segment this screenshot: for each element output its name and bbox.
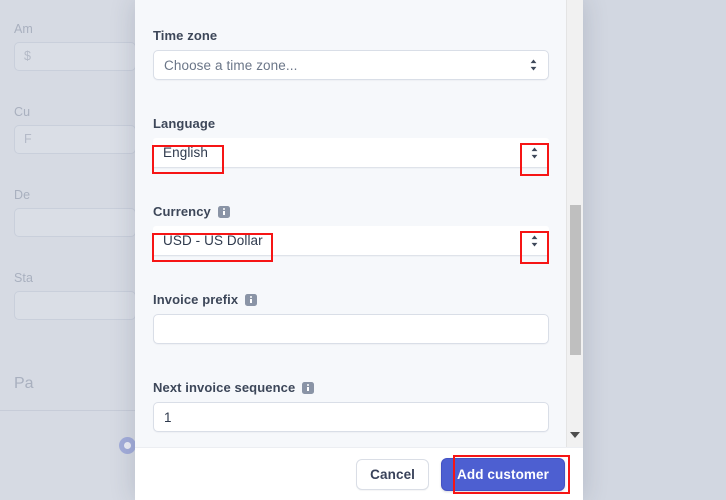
background-divider [0, 410, 136, 411]
cancel-button[interactable]: Cancel [356, 458, 430, 490]
info-icon[interactable] [302, 381, 315, 394]
language-select-value: English [163, 145, 208, 160]
time-zone-select[interactable]: Choose a time zone... [153, 50, 549, 80]
add-customer-dialog: Time zone Choose a time zone... Language… [135, 0, 583, 500]
invoice-prefix-input[interactable] [153, 314, 549, 344]
background-form-panel: Am $ Cu F De Sta Pa [0, 0, 136, 500]
field-currency: Currency USD - US Dollar [153, 204, 549, 256]
dialog-footer: Cancel Add customer [135, 447, 583, 500]
background-field-input-customer: F [14, 125, 136, 154]
background-section-heading-payment: Pa [14, 375, 34, 392]
label-language-text: Language [153, 116, 216, 131]
field-time-zone: Time zone Choose a time zone... [153, 28, 549, 80]
modal-scrollbar-thumb[interactable] [570, 205, 581, 355]
currency-select[interactable]: USD - US Dollar [153, 226, 549, 256]
add-customer-button[interactable]: Add customer [441, 457, 565, 491]
chevron-updown-icon [531, 235, 538, 246]
background-field-input-description [14, 208, 136, 237]
language-select[interactable]: English [153, 138, 549, 168]
label-invoice-prefix: Invoice prefix [153, 292, 549, 307]
label-next-invoice-sequence-text: Next invoice sequence [153, 380, 296, 395]
info-icon[interactable] [217, 205, 230, 218]
customer-settings-form: Time zone Choose a time zone... Language… [135, 0, 566, 447]
background-field-input-amount: $ [14, 42, 136, 71]
field-invoice-prefix: Invoice prefix [153, 292, 549, 344]
triangle-down-icon[interactable] [570, 432, 580, 438]
info-icon[interactable] [245, 293, 258, 306]
field-next-invoice-sequence: Next invoice sequence 1 [153, 380, 549, 432]
next-invoice-sequence-input[interactable]: 1 [153, 402, 549, 432]
next-invoice-sequence-input-value: 1 [164, 409, 172, 425]
background-field-label-amount: Am [14, 22, 33, 36]
dialog-scroll-body: Time zone Choose a time zone... Language… [135, 0, 583, 447]
chevron-updown-icon [530, 59, 537, 71]
background-payment-radio [119, 437, 136, 454]
label-currency: Currency [153, 204, 549, 219]
currency-select-value: USD - US Dollar [163, 233, 263, 248]
background-field-label-customer: Cu [14, 105, 31, 119]
background-field-input-status [14, 291, 136, 320]
field-language: Language English [153, 116, 549, 168]
label-time-zone-text: Time zone [153, 28, 218, 43]
label-next-invoice-sequence: Next invoice sequence [153, 380, 549, 395]
label-currency-text: Currency [153, 204, 211, 219]
label-language: Language [153, 116, 549, 131]
label-invoice-prefix-text: Invoice prefix [153, 292, 239, 307]
modal-scrollbar[interactable] [566, 0, 583, 447]
background-field-label-status: Sta [14, 271, 34, 285]
label-time-zone: Time zone [153, 28, 549, 43]
background-field-label-description: De [14, 188, 31, 202]
time-zone-select-value: Choose a time zone... [164, 57, 298, 73]
chevron-updown-icon [531, 147, 538, 158]
